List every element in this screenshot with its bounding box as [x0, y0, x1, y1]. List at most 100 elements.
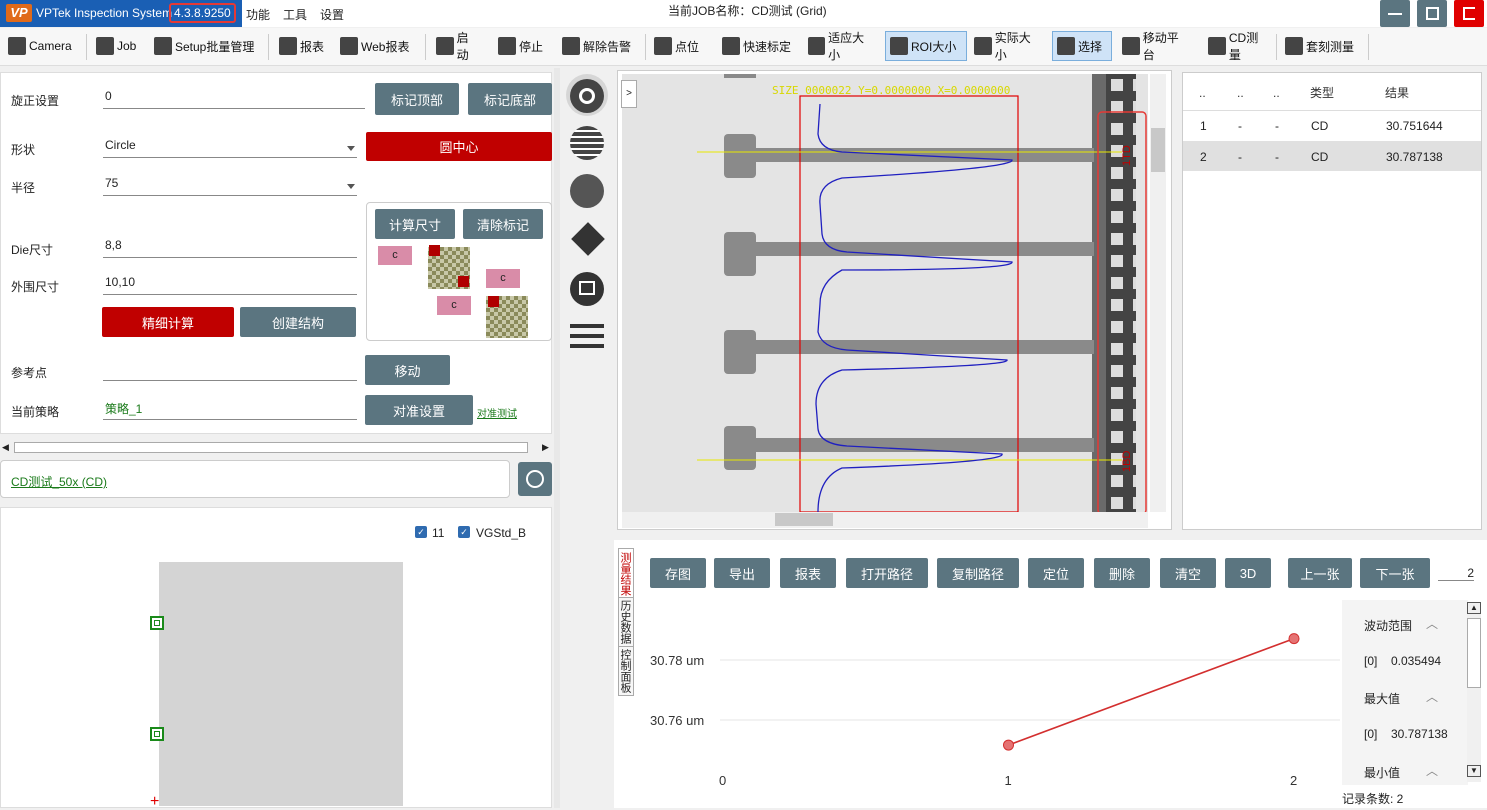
- toolbar-report-button[interactable]: 报表: [275, 31, 329, 61]
- action-button-6[interactable]: 删除: [1094, 558, 1150, 588]
- tab-control-panel[interactable]: 控制面板: [618, 646, 634, 696]
- minimize-button[interactable]: [1380, 0, 1410, 27]
- rotation-input[interactable]: 0: [103, 89, 365, 109]
- menu-settings[interactable]: 设置: [320, 6, 344, 23]
- menu-function[interactable]: 功能: [246, 6, 270, 23]
- site-marker-icon[interactable]: [150, 727, 164, 741]
- scroll-down-icon[interactable]: ▼: [1467, 765, 1481, 777]
- action-button-4[interactable]: 复制路径: [937, 558, 1019, 588]
- action-button-10[interactable]: 下一张: [1360, 558, 1430, 588]
- mark-top-button[interactable]: 标记顶部: [375, 83, 459, 115]
- align-test-link[interactable]: 对准测试: [477, 405, 517, 420]
- toolbar-briefcase-button[interactable]: Job: [92, 31, 142, 61]
- grid-icon[interactable]: [570, 126, 604, 160]
- expand-panel-button[interactable]: >: [621, 80, 637, 108]
- stats-scrollbar[interactable]: ▲ ▼: [1467, 602, 1481, 782]
- strategy-value[interactable]: 策略_1: [103, 400, 357, 420]
- toolbar-camera-button[interactable]: Camera: [4, 31, 78, 61]
- action-button-7[interactable]: 清空: [1160, 558, 1216, 588]
- scroll-thumb[interactable]: [775, 513, 833, 526]
- tab-history[interactable]: 历史数据: [618, 597, 634, 647]
- action-button-0[interactable]: 存图: [650, 558, 706, 588]
- x-tick-label: 0: [719, 773, 726, 788]
- toolbar-hand-button[interactable]: 移动平台: [1118, 31, 1194, 62]
- tab-measure-results[interactable]: 测量结果: [618, 548, 634, 600]
- toolbar-cursor-button[interactable]: 选择: [1052, 31, 1112, 61]
- toolbar-roi-button[interactable]: ROI大小: [885, 31, 967, 61]
- checkbox-vgstd[interactable]: ✓: [458, 526, 470, 538]
- page-input[interactable]: 2: [1438, 566, 1474, 581]
- action-button-5[interactable]: 定位: [1028, 558, 1084, 588]
- chevron-up-icon[interactable]: ︿: [1426, 688, 1438, 705]
- outer-size-label: 外围尺寸: [11, 280, 60, 294]
- exit-button[interactable]: [1454, 0, 1484, 27]
- die-size-input[interactable]: 8,8: [103, 238, 357, 258]
- checklist-icon: [154, 37, 172, 55]
- toolbar-checklist-button[interactable]: Setup批量管理: [150, 31, 260, 61]
- circle-center-button[interactable]: 圆中心: [366, 132, 552, 161]
- reference-input[interactable]: [103, 361, 357, 381]
- chevron-up-icon[interactable]: ︿: [1426, 615, 1438, 632]
- scroll-thumb[interactable]: [1467, 618, 1481, 688]
- scroll-up-icon[interactable]: ▲: [1467, 602, 1481, 614]
- chevron-up-icon[interactable]: ︿: [1426, 762, 1438, 779]
- radius-select[interactable]: 75: [103, 176, 357, 196]
- menu-tools[interactable]: 工具: [283, 6, 307, 23]
- wafer-map[interactable]: [159, 562, 403, 806]
- toolbar-expand-button[interactable]: 实际大小: [970, 31, 1046, 62]
- image-vertical-scrollbar[interactable]: [1150, 74, 1166, 512]
- calc-size-button[interactable]: 计算尺寸: [375, 209, 455, 239]
- image-icon[interactable]: [570, 272, 604, 306]
- site-marker-icon[interactable]: [150, 616, 164, 630]
- mark-bottom-button[interactable]: 标记底部: [468, 83, 552, 115]
- action-button-3[interactable]: 打开路径: [846, 558, 928, 588]
- fit-icon: [808, 37, 826, 55]
- rotation-label: 旋正设置: [11, 94, 60, 108]
- create-structure-button[interactable]: 创建结构: [240, 307, 356, 337]
- overlay-text: SIZE 0000022 Y=0.0000000 X=0.0000000: [772, 84, 1010, 97]
- toolbar-plus-button[interactable]: 套刻测量: [1281, 31, 1359, 61]
- toolbar-wrench-button[interactable]: 快速标定: [718, 31, 796, 61]
- toolbar-label: Setup批量管理: [175, 39, 255, 54]
- horizontal-scrollbar[interactable]: ◀ ▶: [0, 440, 554, 456]
- recipe-link[interactable]: CD测试_50x (CD): [11, 473, 107, 490]
- col-header-result: 结果: [1385, 86, 1410, 100]
- action-button-8[interactable]: 3D: [1225, 558, 1271, 588]
- fine-calc-button[interactable]: 精细计算: [102, 307, 234, 337]
- refresh-button[interactable]: [518, 462, 552, 496]
- toolbar-ruler-button[interactable]: CD测量: [1204, 31, 1274, 62]
- toolbar-separator: [645, 34, 646, 60]
- range-value: 0.035494: [1391, 654, 1442, 668]
- scroll-right-icon[interactable]: ▶: [542, 442, 549, 453]
- toolbar-web-button[interactable]: Web报表: [336, 31, 414, 61]
- outer-size-input[interactable]: 10,10: [103, 275, 357, 295]
- shape-select[interactable]: Circle: [103, 138, 357, 158]
- clear-marks-button[interactable]: 清除标记: [463, 209, 543, 239]
- camera-icon[interactable]: [570, 79, 604, 113]
- action-button-9[interactable]: 上一张: [1288, 558, 1352, 588]
- toolbar-stop-button[interactable]: 停止: [494, 31, 552, 61]
- toolbar-play-button[interactable]: 启动: [432, 31, 484, 62]
- wafer-icon[interactable]: [570, 174, 604, 208]
- max-label: 最大值: [1364, 692, 1401, 706]
- data-point[interactable]: [1003, 739, 1014, 751]
- data-point[interactable]: [1288, 633, 1300, 645]
- scroll-thumb[interactable]: [1151, 128, 1165, 172]
- checklist-icon[interactable]: [570, 320, 604, 354]
- toolbar-label: ROI大小: [911, 39, 957, 54]
- toolbar-pin-button[interactable]: 点位: [650, 31, 704, 61]
- toolbar-fit-button[interactable]: 适应大小: [804, 31, 878, 62]
- image-horizontal-scrollbar[interactable]: [622, 512, 1148, 528]
- toolbar-label: 解除告警: [583, 39, 632, 54]
- scroll-thumb[interactable]: [14, 442, 528, 453]
- checkbox-11[interactable]: ✓: [415, 526, 427, 538]
- camera-image[interactable]: SIZE 0000022 Y=0.0000000 X=0.0000000 1TD…: [622, 74, 1148, 512]
- action-button-1[interactable]: 导出: [714, 558, 770, 588]
- maximize-button[interactable]: [1417, 0, 1447, 27]
- move-button[interactable]: 移动: [365, 355, 450, 385]
- range-label: 波动范围: [1364, 619, 1413, 633]
- action-button-2[interactable]: 报表: [780, 558, 836, 588]
- align-settings-button[interactable]: 对准设置: [365, 395, 473, 425]
- scroll-left-icon[interactable]: ◀: [2, 442, 9, 453]
- toolbar-bell-off-button[interactable]: 解除告警: [558, 31, 636, 61]
